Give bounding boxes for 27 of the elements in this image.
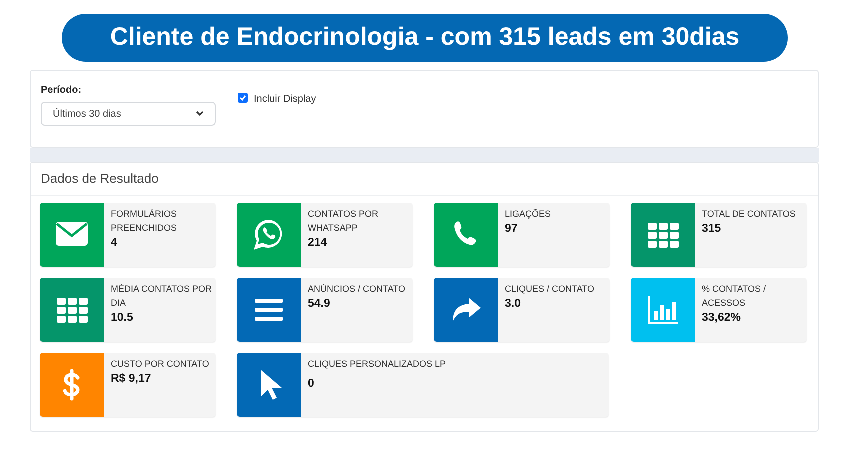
stat-label: TOTAL DE CONTATOS (702, 208, 796, 221)
stat-label: FORMULÁRIOS PREENCHIDOS (111, 208, 178, 235)
stat-label: % CONTATOS / ACESSOS (702, 283, 768, 310)
period-label: Período: (41, 84, 83, 98)
stat-label: CONTATOS POR WHATSAPP (308, 208, 380, 235)
stat-label: LIGAÇÕES (505, 208, 552, 221)
include-display-checkbox[interactable] (238, 93, 248, 103)
stat-value: 97 (505, 222, 519, 237)
stat-value: 33,62% (702, 311, 742, 326)
stat-label: ANÚNCIOS / CONTATO (308, 283, 406, 296)
section-title: Dados de Resultado (41, 170, 159, 188)
stat-label: CLIQUES PERSONALIZADOS LP (308, 358, 446, 371)
stat-value: 3.0 (505, 297, 522, 312)
stat-value: 315 (702, 222, 722, 237)
stat-label: MÉDIA CONTATOS POR DIA (111, 283, 212, 310)
include-display-label: Incluir Display (254, 93, 316, 107)
stat-label: CLIQUES / CONTATO (505, 283, 595, 296)
period-select[interactable]: Últimos 30 dias (41, 102, 216, 126)
stat-value: R$ 9,17 (111, 372, 152, 387)
stat-value: 4 (111, 236, 118, 251)
stat-value: 0 (308, 377, 316, 392)
stat-value: 214 (308, 236, 328, 251)
stat-value: 54.9 (308, 297, 332, 312)
title-banner: Cliente de Endocrinologia - com 315 leads em 30dias (62, 14, 788, 62)
stat-value: 10.5 (111, 311, 134, 326)
chevron-icon (196, 111, 204, 117)
stat-label: CUSTO POR CONTATO (111, 358, 210, 371)
